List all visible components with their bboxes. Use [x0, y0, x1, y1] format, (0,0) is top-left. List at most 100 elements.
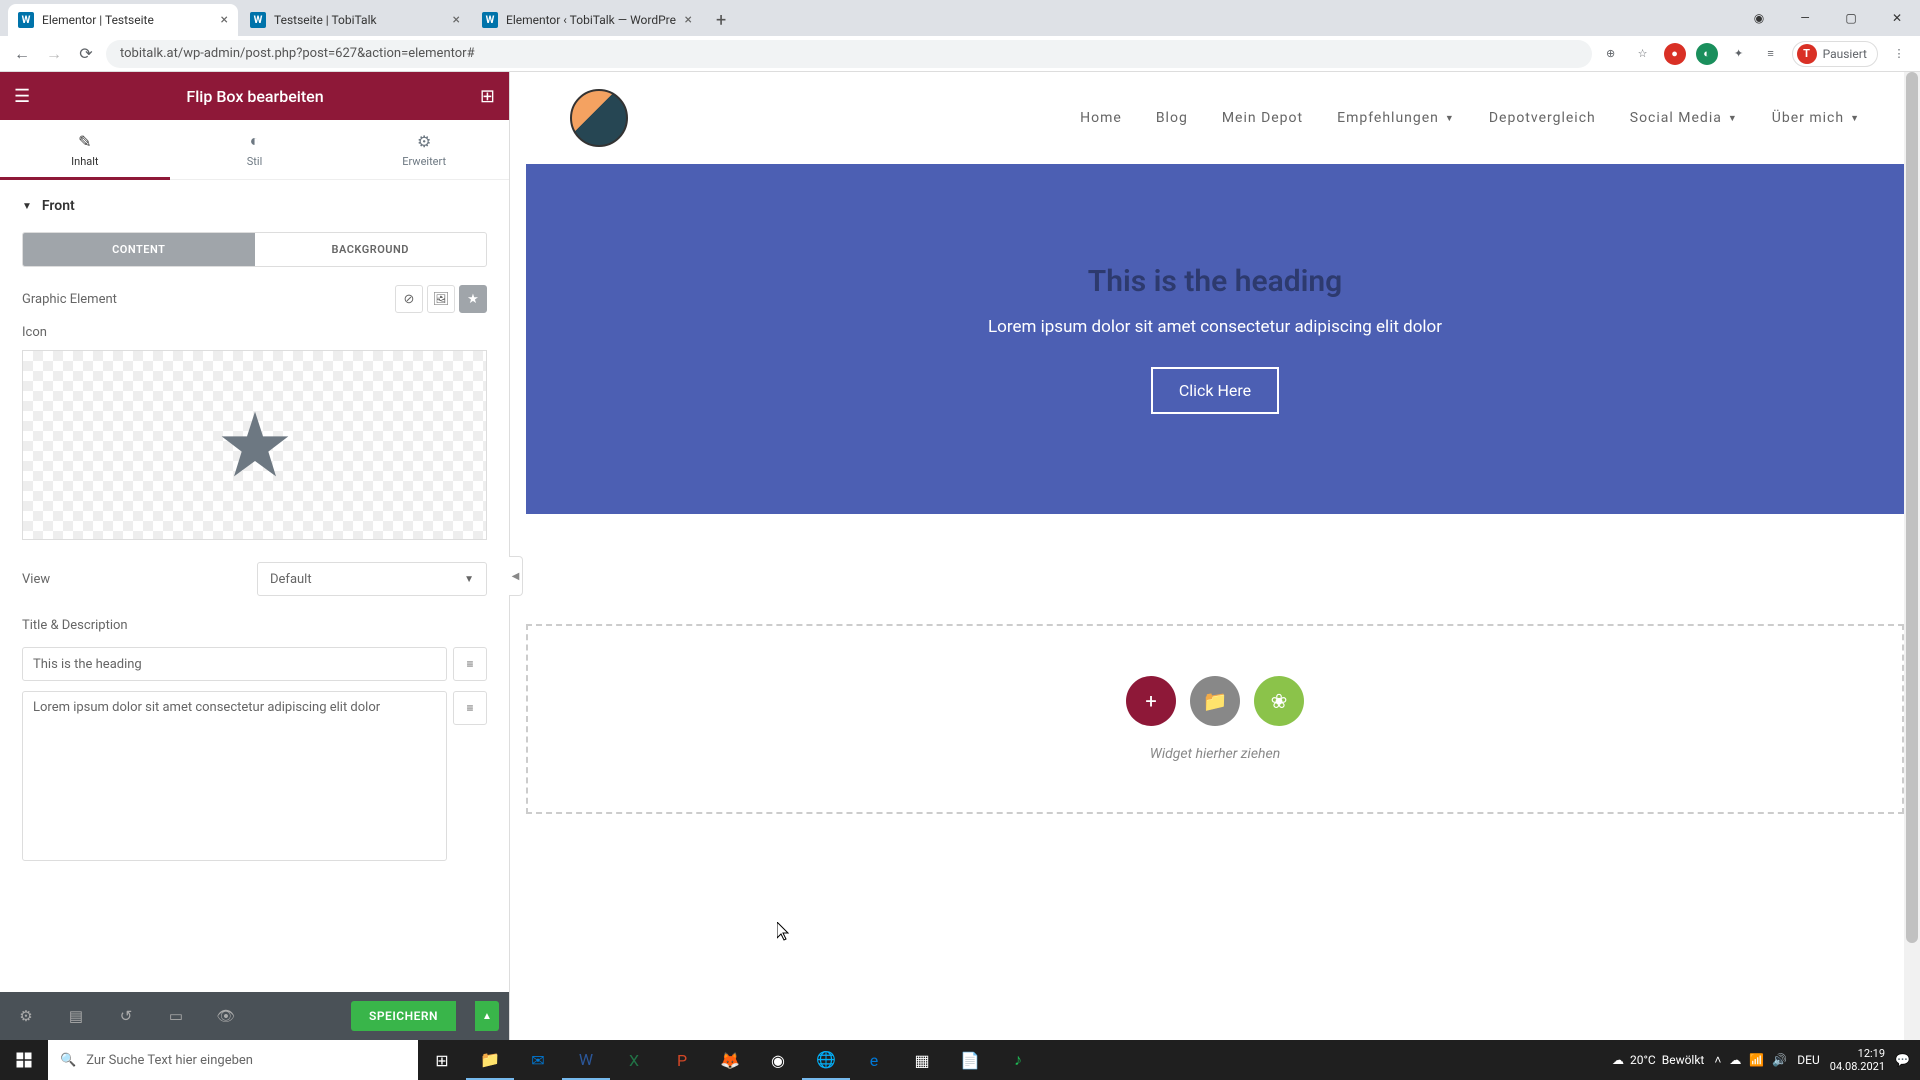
preview-scrollbar[interactable]	[1904, 72, 1920, 1040]
history-icon[interactable]: ↺	[110, 1007, 142, 1025]
browser-tab-strip: W Elementor | Testseite × W Testseite | …	[0, 0, 1920, 36]
settings-icon[interactable]: ⚙	[10, 1007, 42, 1025]
preview-icon[interactable]: 👁	[210, 1007, 242, 1025]
nav-depot[interactable]: Mein Depot	[1222, 110, 1303, 126]
save-options-button[interactable]: ▲	[475, 1001, 499, 1031]
icon-picker[interactable]	[22, 350, 487, 540]
browser-tab[interactable]: W Testseite | TobiTalk ×	[240, 4, 470, 36]
subtab-background[interactable]: BACKGROUND	[255, 233, 487, 266]
notepad-icon[interactable]: 📄	[946, 1040, 994, 1080]
edge-icon[interactable]: e	[850, 1040, 898, 1080]
adblock-extension-icon[interactable]: ●	[1664, 43, 1686, 65]
add-template-button[interactable]: 📁	[1190, 676, 1240, 726]
panel-collapse-handle[interactable]: ◀	[509, 556, 523, 596]
close-window-button[interactable]: ✕	[1874, 0, 1920, 36]
extension-icon[interactable]: ◐	[1696, 43, 1718, 65]
nav-label: Social Media	[1630, 110, 1722, 126]
hamburger-menu-icon[interactable]: ☰	[14, 86, 30, 107]
nav-home[interactable]: Home	[1080, 110, 1122, 126]
add-section-button[interactable]: +	[1126, 676, 1176, 726]
nav-blog[interactable]: Blog	[1156, 110, 1188, 126]
graphic-none-option[interactable]: ⊘	[395, 285, 423, 313]
chrome-icon[interactable]: 🌐	[802, 1040, 850, 1080]
system-tray[interactable]: ˄ ☁ 📶 🔊	[1714, 1053, 1787, 1067]
back-button[interactable]: ←	[10, 42, 34, 66]
address-bar[interactable]: tobitalk.at/wp-admin/post.php?post=627&a…	[106, 40, 1592, 68]
maximize-button[interactable]: ▢	[1828, 0, 1874, 36]
save-button[interactable]: SPEICHERN	[351, 1001, 456, 1031]
clock[interactable]: 12:19 04.08.2021	[1830, 1047, 1885, 1073]
spotify-icon[interactable]: ♪	[994, 1040, 1042, 1080]
close-tab-icon[interactable]: ×	[685, 12, 692, 28]
start-button[interactable]	[0, 1040, 48, 1080]
drag-hint-text: Widget hierher ziehen	[1150, 746, 1280, 762]
wordpress-favicon: W	[250, 12, 266, 28]
flipbox-button[interactable]: Click Here	[1151, 367, 1279, 414]
account-icon[interactable]: ◉	[1736, 0, 1782, 36]
extensions-icon[interactable]: ✦	[1728, 43, 1750, 65]
profile-button[interactable]: T Pausiert	[1792, 41, 1878, 67]
tab-title: Elementor ‹ TobiTalk — WordPre	[506, 13, 677, 27]
graphic-icon-option[interactable]: ★	[459, 285, 487, 313]
chevron-down-icon: ▼	[1728, 113, 1738, 124]
scrollbar-thumb[interactable]	[1906, 72, 1918, 943]
forward-button[interactable]: →	[42, 42, 66, 66]
view-select[interactable]: Default ▼	[257, 562, 487, 596]
reload-button[interactable]: ⟳	[74, 42, 98, 66]
dynamic-tags-button[interactable]: ≡	[453, 691, 487, 725]
word-icon[interactable]: W	[562, 1040, 610, 1080]
panel-main-tabs: ✎ Inhalt ◐ Stil ⚙ Erweitert	[0, 120, 509, 180]
nav-about[interactable]: Über mich▼	[1772, 110, 1860, 126]
tab-style[interactable]: ◐ Stil	[170, 120, 340, 179]
panel-scroll-area[interactable]: ▼ Front CONTENT BACKGROUND Graphic Eleme…	[0, 180, 509, 992]
app-icon[interactable]: ▦	[898, 1040, 946, 1080]
close-tab-icon[interactable]: ×	[221, 12, 228, 28]
title-input[interactable]	[22, 647, 447, 681]
obs-icon[interactable]: ◉	[754, 1040, 802, 1080]
dynamic-tags-button[interactable]: ≡	[453, 647, 487, 681]
subtab-content[interactable]: CONTENT	[23, 233, 255, 266]
tray-chevron-icon[interactable]: ˄	[1714, 1053, 1721, 1067]
excel-icon[interactable]: X	[610, 1040, 658, 1080]
minimize-button[interactable]: —	[1782, 0, 1828, 36]
browser-toolbar: ← → ⟳ tobitalk.at/wp-admin/post.php?post…	[0, 36, 1920, 72]
outlook-icon[interactable]: ✉	[514, 1040, 562, 1080]
tab-content[interactable]: ✎ Inhalt	[0, 120, 170, 179]
navigator-icon[interactable]: ▤	[60, 1007, 92, 1025]
section-front-header[interactable]: ▼ Front	[22, 180, 487, 232]
close-tab-icon[interactable]: ×	[453, 12, 460, 28]
taskbar-search[interactable]: 🔍 Zur Suche Text hier eingeben	[48, 1040, 418, 1080]
language-indicator[interactable]: DEU	[1797, 1053, 1819, 1067]
flipbox-widget[interactable]: This is the heading Lorem ipsum dolor si…	[526, 164, 1904, 514]
new-tab-button[interactable]: +	[704, 4, 738, 36]
nav-depotvergleich[interactable]: Depotvergleich	[1489, 110, 1596, 126]
browser-tab[interactable]: W Elementor ‹ TobiTalk — WordPre ×	[472, 4, 702, 36]
volume-icon[interactable]: 🔊	[1772, 1053, 1787, 1067]
time-text: 12:19	[1830, 1047, 1885, 1060]
tab-advanced[interactable]: ⚙ Erweitert	[339, 120, 509, 179]
graphic-image-option[interactable]: 🖼	[427, 285, 455, 313]
add-section-area[interactable]: + 📁 ❀ Widget hierher ziehen	[526, 624, 1904, 814]
browser-tab-active[interactable]: W Elementor | Testseite ×	[8, 4, 238, 36]
bookmark-star-icon[interactable]: ☆	[1632, 43, 1654, 65]
powerpoint-icon[interactable]: P	[658, 1040, 706, 1080]
nav-empfehlungen[interactable]: Empfehlungen▼	[1337, 110, 1455, 126]
wifi-icon[interactable]: 📶	[1749, 1053, 1764, 1067]
envato-button[interactable]: ❀	[1254, 676, 1304, 726]
preview-canvas[interactable]: Home Blog Mein Depot Empfehlungen▼ Depot…	[510, 72, 1920, 1040]
weather-widget[interactable]: ☁ 20°C Bewölkt	[1612, 1053, 1704, 1067]
reading-list-icon[interactable]: ≡	[1760, 43, 1782, 65]
firefox-icon[interactable]: 🦊	[706, 1040, 754, 1080]
task-view-icon[interactable]: ⊞	[418, 1040, 466, 1080]
graphic-element-toggle: ⊘ 🖼 ★	[395, 285, 487, 313]
nav-social[interactable]: Social Media ▼	[1630, 110, 1738, 126]
file-explorer-icon[interactable]: 📁	[466, 1040, 514, 1080]
browser-menu-icon[interactable]: ⋮	[1888, 43, 1910, 65]
notifications-icon[interactable]: 💬	[1895, 1053, 1910, 1067]
responsive-icon[interactable]: ▭	[160, 1007, 192, 1025]
site-logo[interactable]	[570, 89, 628, 147]
description-textarea[interactable]: Lorem ipsum dolor sit amet consectetur a…	[22, 691, 447, 861]
zoom-icon[interactable]: ⊕	[1600, 43, 1622, 65]
widgets-grid-icon[interactable]: ⊞	[480, 86, 495, 107]
onedrive-icon[interactable]: ☁	[1729, 1053, 1741, 1067]
